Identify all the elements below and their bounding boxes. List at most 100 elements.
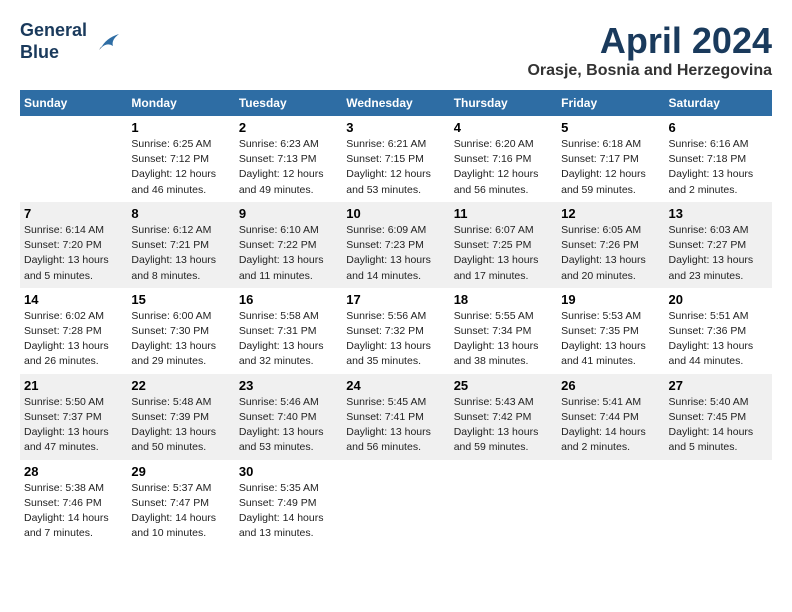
subtitle: Orasje, Bosnia and Herzegovina <box>527 62 772 80</box>
day-info: Sunrise: 6:05 AMSunset: 7:26 PMDaylight:… <box>561 223 660 284</box>
day-info: Sunrise: 5:48 AMSunset: 7:39 PMDaylight:… <box>131 395 230 456</box>
calendar-header-row: SundayMondayTuesdayWednesdayThursdayFrid… <box>20 90 772 116</box>
calendar-cell: 12 Sunrise: 6:05 AMSunset: 7:26 PMDayligh… <box>557 202 664 288</box>
calendar-cell: 24 Sunrise: 5:45 AMSunset: 7:41 PMDayligh… <box>342 374 449 460</box>
calendar-cell: 14 Sunrise: 6:02 AMSunset: 7:28 PMDayligh… <box>20 288 127 374</box>
calendar-cell: 17Sunrise: 5:56 AMSunset: 7:32 PMDayligh… <box>342 288 449 374</box>
calendar-cell: 29 Sunrise: 5:37 AMSunset: 7:47 PMDayligh… <box>127 460 234 546</box>
day-number: 5 <box>561 120 660 135</box>
day-info: Sunrise: 6:02 AMSunset: 7:28 PMDaylight:… <box>24 309 123 370</box>
calendar-cell: 7 Sunrise: 6:14 AMSunset: 7:20 PMDaylight… <box>20 202 127 288</box>
day-number: 27 <box>669 378 768 393</box>
day-info: Sunrise: 6:14 AMSunset: 7:20 PMDaylight:… <box>24 223 123 284</box>
day-number: 19 <box>561 292 660 307</box>
calendar-cell <box>20 116 127 202</box>
calendar-cell: 23 Sunrise: 5:46 AMSunset: 7:40 PMDayligh… <box>235 374 342 460</box>
day-info: Sunrise: 6:18 AMSunset: 7:17 PMDaylight:… <box>561 137 660 198</box>
day-info: Sunrise: 6:09 AMSunset: 7:23 PMDaylight:… <box>346 223 445 284</box>
calendar-cell: 13 Sunrise: 6:03 AMSunset: 7:27 PMDayligh… <box>665 202 772 288</box>
day-info: Sunrise: 6:21 AMSunset: 7:15 PMDaylight:… <box>346 137 445 198</box>
day-info: Sunrise: 6:16 AMSunset: 7:18 PMDaylight:… <box>669 137 768 198</box>
calendar-cell <box>557 460 664 546</box>
day-info: Sunrise: 5:41 AMSunset: 7:44 PMDaylight:… <box>561 395 660 456</box>
header-friday: Friday <box>557 90 664 116</box>
day-info: Sunrise: 5:51 AMSunset: 7:36 PMDaylight:… <box>669 309 768 370</box>
calendar-cell: 22 Sunrise: 5:48 AMSunset: 7:39 PMDayligh… <box>127 374 234 460</box>
day-number: 6 <box>669 120 768 135</box>
calendar-cell <box>450 460 557 546</box>
day-number: 3 <box>346 120 445 135</box>
calendar-cell: 16 Sunrise: 5:58 AMSunset: 7:31 PMDayligh… <box>235 288 342 374</box>
day-number: 11 <box>454 206 553 221</box>
day-number: 8 <box>131 206 230 221</box>
day-number: 12 <box>561 206 660 221</box>
day-number: 25 <box>454 378 553 393</box>
day-info: Sunrise: 5:50 AMSunset: 7:37 PMDaylight:… <box>24 395 123 456</box>
calendar-cell: 5 Sunrise: 6:18 AMSunset: 7:17 PMDaylight… <box>557 116 664 202</box>
day-number: 2 <box>239 120 338 135</box>
day-info: Sunrise: 5:58 AMSunset: 7:31 PMDaylight:… <box>239 309 338 370</box>
header-saturday: Saturday <box>665 90 772 116</box>
day-number: 24 <box>346 378 445 393</box>
calendar-cell <box>665 460 772 546</box>
day-number: 15 <box>131 292 230 307</box>
calendar-cell: 20 Sunrise: 5:51 AMSunset: 7:36 PMDayligh… <box>665 288 772 374</box>
calendar-cell: 18Sunrise: 5:55 AMSunset: 7:34 PMDayligh… <box>450 288 557 374</box>
calendar-cell: 15Sunrise: 6:00 AMSunset: 7:30 PMDayligh… <box>127 288 234 374</box>
day-number: 13 <box>669 206 768 221</box>
calendar-cell <box>342 460 449 546</box>
header-thursday: Thursday <box>450 90 557 116</box>
day-number: 9 <box>239 206 338 221</box>
calendar-cell: 3 Sunrise: 6:21 AMSunset: 7:15 PMDaylight… <box>342 116 449 202</box>
day-info: Sunrise: 5:56 AMSunset: 7:32 PMDaylight:… <box>346 309 445 370</box>
calendar-cell: 26 Sunrise: 5:41 AMSunset: 7:44 PMDayligh… <box>557 374 664 460</box>
day-info: Sunrise: 5:46 AMSunset: 7:40 PMDaylight:… <box>239 395 338 456</box>
day-number: 1 <box>131 120 230 135</box>
calendar-table: SundayMondayTuesdayWednesdayThursdayFrid… <box>20 90 772 545</box>
day-number: 21 <box>24 378 123 393</box>
day-number: 26 <box>561 378 660 393</box>
day-info: Sunrise: 6:12 AMSunset: 7:21 PMDaylight:… <box>131 223 230 284</box>
logo-bird-icon <box>91 30 121 54</box>
day-info: Sunrise: 5:38 AMSunset: 7:46 PMDaylight:… <box>24 481 123 542</box>
day-info: Sunrise: 5:37 AMSunset: 7:47 PMDaylight:… <box>131 481 230 542</box>
day-number: 16 <box>239 292 338 307</box>
day-info: Sunrise: 5:53 AMSunset: 7:35 PMDaylight:… <box>561 309 660 370</box>
day-number: 14 <box>24 292 123 307</box>
calendar-cell: 11Sunrise: 6:07 AMSunset: 7:25 PMDayligh… <box>450 202 557 288</box>
calendar-cell: 6 Sunrise: 6:16 AMSunset: 7:18 PMDaylight… <box>665 116 772 202</box>
day-info: Sunrise: 6:20 AMSunset: 7:16 PMDaylight:… <box>454 137 553 198</box>
calendar-cell: 30Sunrise: 5:35 AMSunset: 7:49 PMDayligh… <box>235 460 342 546</box>
day-info: Sunrise: 6:25 AMSunset: 7:12 PMDaylight:… <box>131 137 230 198</box>
day-number: 10 <box>346 206 445 221</box>
calendar-cell: 10 Sunrise: 6:09 AMSunset: 7:23 PMDayligh… <box>342 202 449 288</box>
day-number: 22 <box>131 378 230 393</box>
calendar-cell: 8 Sunrise: 6:12 AMSunset: 7:21 PMDaylight… <box>127 202 234 288</box>
calendar-cell: 4Sunrise: 6:20 AMSunset: 7:16 PMDaylight… <box>450 116 557 202</box>
logo-text: General Blue <box>20 20 87 63</box>
header-wednesday: Wednesday <box>342 90 449 116</box>
page-header: General Blue April 2024 Orasje, Bosnia a… <box>20 20 772 80</box>
day-number: 20 <box>669 292 768 307</box>
day-info: Sunrise: 5:45 AMSunset: 7:41 PMDaylight:… <box>346 395 445 456</box>
calendar-cell: 1 Sunrise: 6:25 AMSunset: 7:12 PMDaylight… <box>127 116 234 202</box>
header-sunday: Sunday <box>20 90 127 116</box>
main-title: April 2024 <box>527 20 772 62</box>
calendar-cell: 19 Sunrise: 5:53 AMSunset: 7:35 PMDayligh… <box>557 288 664 374</box>
calendar-cell: 27Sunrise: 5:40 AMSunset: 7:45 PMDayligh… <box>665 374 772 460</box>
calendar-cell: 2Sunrise: 6:23 AMSunset: 7:13 PMDaylight… <box>235 116 342 202</box>
day-number: 28 <box>24 464 123 479</box>
day-info: Sunrise: 6:03 AMSunset: 7:27 PMDaylight:… <box>669 223 768 284</box>
week-row-1: 1 Sunrise: 6:25 AMSunset: 7:12 PMDaylight… <box>20 116 772 202</box>
week-row-3: 14 Sunrise: 6:02 AMSunset: 7:28 PMDayligh… <box>20 288 772 374</box>
week-row-2: 7 Sunrise: 6:14 AMSunset: 7:20 PMDaylight… <box>20 202 772 288</box>
day-info: Sunrise: 5:35 AMSunset: 7:49 PMDaylight:… <box>239 481 338 542</box>
day-number: 23 <box>239 378 338 393</box>
header-tuesday: Tuesday <box>235 90 342 116</box>
calendar-cell: 9Sunrise: 6:10 AMSunset: 7:22 PMDaylight… <box>235 202 342 288</box>
calendar-cell: 28 Sunrise: 5:38 AMSunset: 7:46 PMDayligh… <box>20 460 127 546</box>
day-number: 29 <box>131 464 230 479</box>
day-number: 7 <box>24 206 123 221</box>
week-row-5: 28 Sunrise: 5:38 AMSunset: 7:46 PMDayligh… <box>20 460 772 546</box>
day-info: Sunrise: 5:55 AMSunset: 7:34 PMDaylight:… <box>454 309 553 370</box>
